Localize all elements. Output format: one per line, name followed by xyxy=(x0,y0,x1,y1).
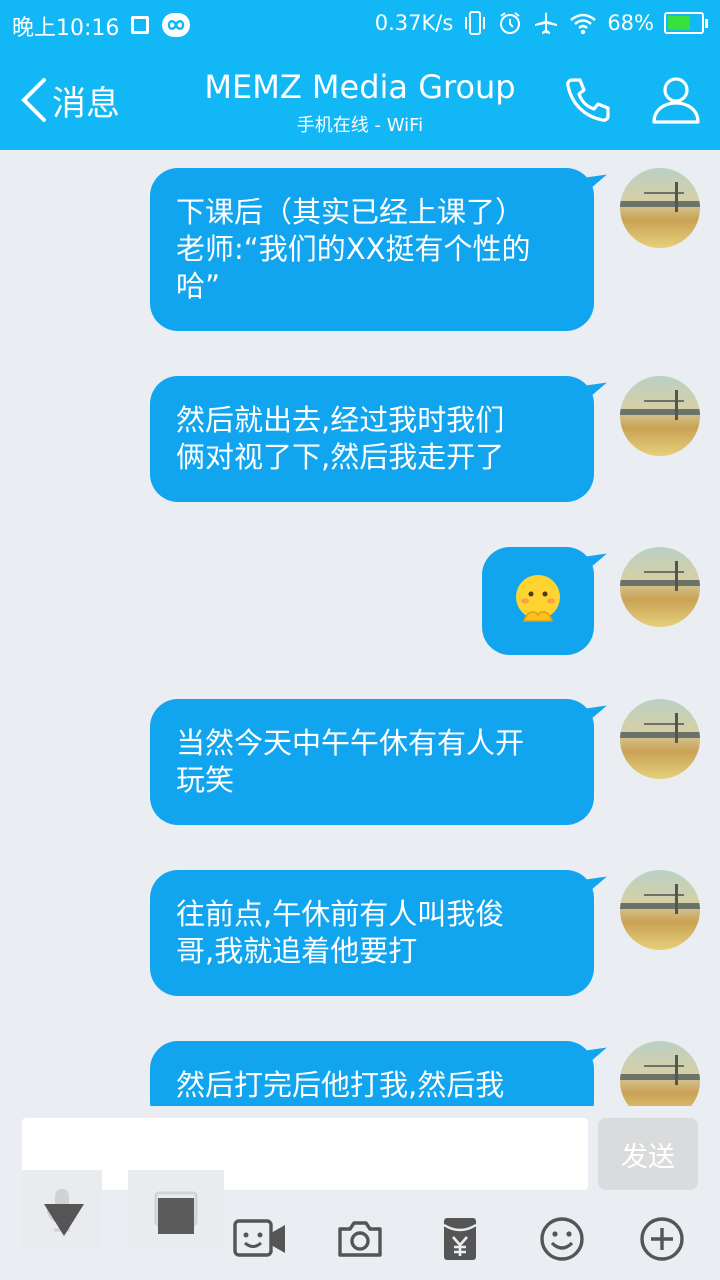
send-button[interactable]: 发送 xyxy=(598,1118,698,1190)
avatar[interactable] xyxy=(620,1041,700,1106)
video-call-button[interactable] xyxy=(220,1200,300,1278)
more-button[interactable] xyxy=(622,1200,702,1278)
message-line: 俩对视了下,然后我走开了 xyxy=(176,440,505,474)
message-line: 然后打完后他打我,然后我 xyxy=(176,1068,505,1102)
avatar[interactable] xyxy=(620,547,700,627)
video-call-icon xyxy=(233,1219,285,1257)
phone-icon[interactable] xyxy=(560,72,616,128)
camera-icon xyxy=(338,1221,382,1257)
red-packet-icon xyxy=(443,1218,477,1260)
message-line: 下课后（其实已经上课了） xyxy=(176,195,525,229)
wifi-icon xyxy=(570,13,597,35)
person-icon[interactable] xyxy=(648,72,704,128)
message-line: 当然今天中午午休有有人开 xyxy=(176,726,525,760)
back-chevron-icon xyxy=(21,78,46,122)
avatar[interactable] xyxy=(620,870,700,950)
battery-charging-icon xyxy=(664,12,708,34)
red-packet-button[interactable] xyxy=(420,1200,500,1278)
vibrate-icon xyxy=(465,11,486,35)
network-speed: 0.37K/s xyxy=(374,11,454,35)
chat-subtitle: 手机在线 - WiFi xyxy=(296,115,424,136)
emoji-button[interactable] xyxy=(522,1200,602,1278)
notification-square-icon xyxy=(131,16,149,34)
emoji-icon xyxy=(540,1217,584,1261)
message-line: 往前点,午休前有人叫我俊 xyxy=(176,897,505,931)
status-bar: 晚上10:16 0.37K/s 68% xyxy=(0,0,720,50)
message-bubble[interactable]: 当然今天中午午休有有人开 玩笑 xyxy=(150,699,594,825)
message-input[interactable] xyxy=(22,1118,588,1190)
chat-title: MEMZ Media Group xyxy=(204,68,516,106)
battery-percent: 68% xyxy=(607,11,654,35)
shy-face-emoji xyxy=(516,575,560,622)
message-line: 老师:“我们的XX挺有个性的 xyxy=(176,232,531,266)
message-bubble[interactable]: 下课后（其实已经上课了） 老师:“我们的XX挺有个性的 哈” xyxy=(150,168,594,331)
message-bubble[interactable]: 往前点,午休前有人叫我俊 哥,我就追着他要打 xyxy=(150,870,594,996)
message-line: 哥,我就追着他要打 xyxy=(176,934,418,968)
status-time: 晚上10:16 xyxy=(12,16,120,41)
camera-button[interactable] xyxy=(320,1200,400,1278)
message-line: 然后就出去,经过我时我们 xyxy=(176,403,505,437)
airplane-mode-icon xyxy=(535,12,558,34)
avatar[interactable] xyxy=(620,376,700,456)
back-label: 消息 xyxy=(52,83,120,124)
message-bubble[interactable]: 然后就出去,经过我时我们 俩对视了下,然后我走开了 xyxy=(150,376,594,502)
loop-icon xyxy=(162,13,190,37)
message-bubble[interactable]: 然后打完后他打我,然后我 xyxy=(150,1041,594,1106)
avatar[interactable] xyxy=(620,168,700,248)
avatar[interactable] xyxy=(620,699,700,779)
chat-header: 消息 MEMZ Media Group 手机在线 - WiFi xyxy=(0,50,720,150)
message-list[interactable]: 下课后（其实已经上课了） 老师:“我们的XX挺有个性的 哈” 然后就出去,经过我… xyxy=(0,150,720,1106)
overlay-square xyxy=(158,1198,194,1234)
overlay-triangle xyxy=(44,1204,84,1236)
message-bubble[interactable] xyxy=(482,547,594,655)
plus-icon xyxy=(640,1217,684,1261)
message-line: 玩笑 xyxy=(176,763,235,797)
message-line: 哈” xyxy=(176,269,221,303)
back-button[interactable]: 消息 xyxy=(18,72,120,128)
alarm-icon xyxy=(500,12,521,34)
